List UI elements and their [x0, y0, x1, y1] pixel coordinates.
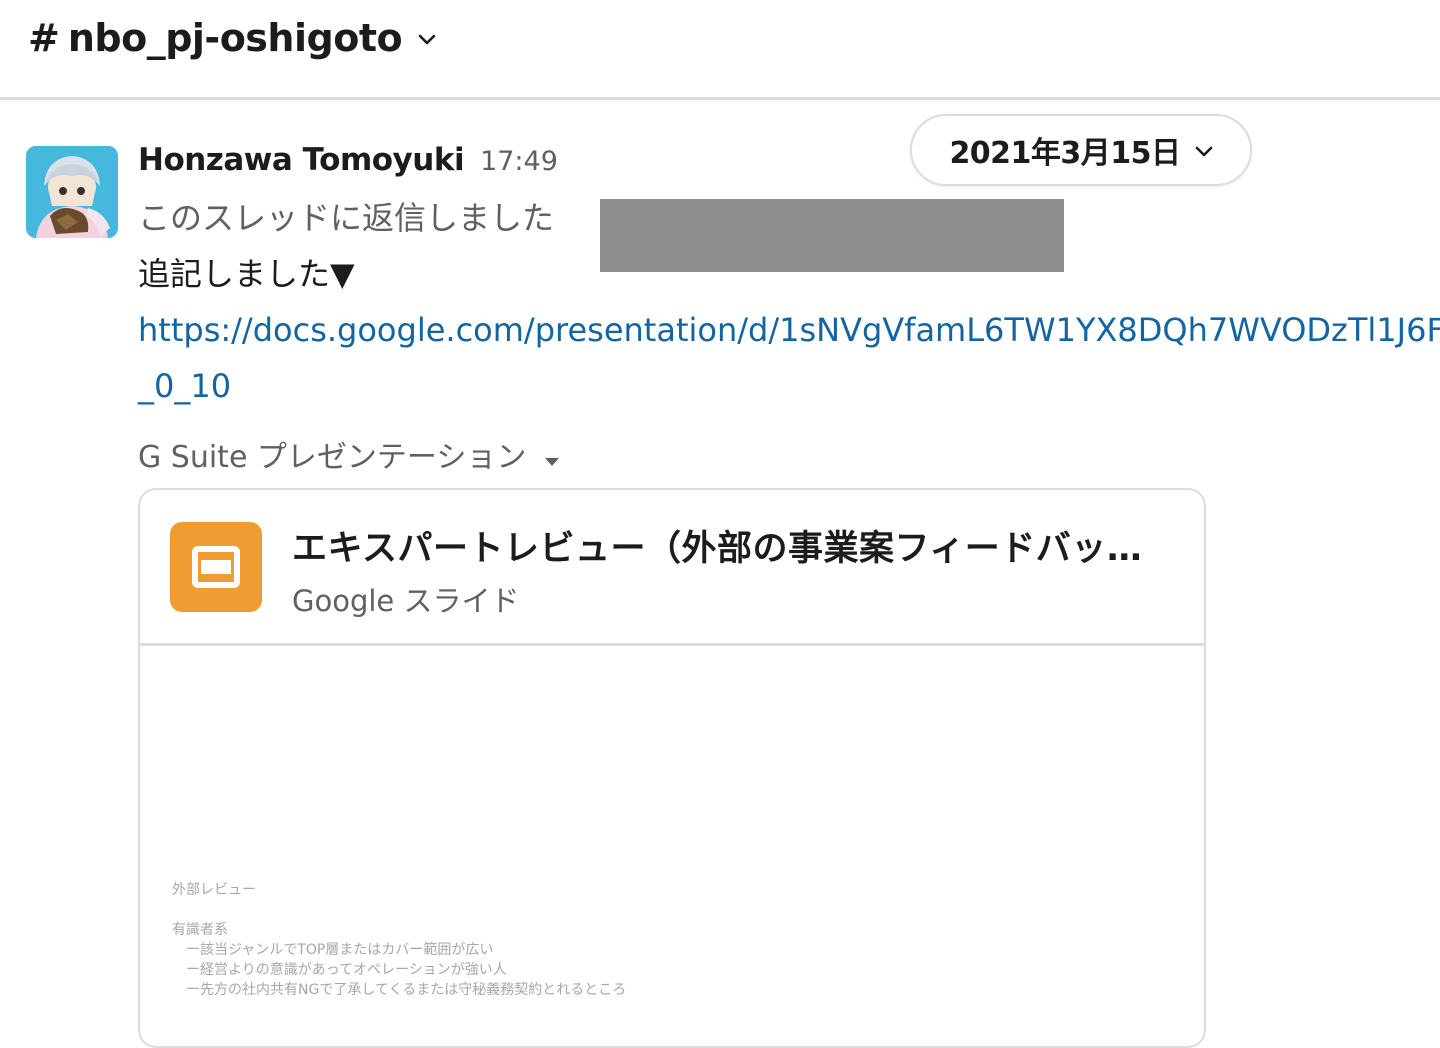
message-link[interactable]: https://docs.google.com/presentation/d/1… [138, 310, 1440, 350]
slide-preview[interactable]: 外部レビュー 有識者系 ー該当ジャンルでTOP層またはカバー範囲が広い ー経営よ… [140, 646, 1204, 1046]
attachment-card-header: エキスパートレビュー（外部の事業案フィードバック） Google スライド [140, 490, 1204, 646]
attachment-service-toggle[interactable]: G Suite プレゼンテーション [138, 432, 560, 476]
avatar[interactable] [26, 146, 118, 238]
caret-down-icon [544, 440, 560, 475]
attachment-service-label: G Suite プレゼンテーション [138, 440, 527, 475]
google-slides-icon [170, 522, 262, 612]
date-divider-label: 2021年3月15日 [949, 136, 1181, 171]
chevron-down-icon [1195, 143, 1213, 162]
sender-name[interactable]: Honzawa Tomoyuki [138, 142, 465, 178]
channel-name: nbo_pj-oshigoto [67, 16, 403, 60]
date-divider-button[interactable]: 2021年3月15日 [910, 114, 1252, 186]
preview-text-line: ー該当ジャンルでTOP層またはカバー範囲が広い [186, 942, 494, 958]
preview-text-line: 外部レビュー [172, 882, 256, 898]
message-header: Honzawa Tomoyuki 17:49 [138, 142, 558, 178]
message-timestamp[interactable]: 17:49 [480, 146, 558, 177]
thread-reply-text: このスレッドに返信しました [138, 199, 555, 237]
chevron-down-icon [418, 31, 436, 50]
message-link-continued[interactable]: _0_10 [138, 366, 231, 406]
attachment-title[interactable]: エキスパートレビュー（外部の事業案フィードバック） [292, 520, 1172, 571]
preview-text-line: 有識者系 [172, 922, 228, 938]
channel-hash: # [28, 16, 60, 60]
preview-text-line: ー先方の社内共有NGで了承してくるまたは守秘義務契約とれるところ [186, 982, 627, 998]
channel-name-button[interactable]: # nbo_pj-oshigoto [28, 16, 436, 60]
attachment-subtitle: Google スライド [292, 584, 520, 618]
channel-header: # nbo_pj-oshigoto [0, 0, 1440, 100]
avatar-illustration [26, 146, 118, 238]
preview-text-line: ー経営よりの意識があってオペレーションが強い人 [186, 962, 507, 978]
redacted-block [600, 199, 1064, 272]
message-text: 追記しました▼ [138, 255, 355, 293]
attachment-card[interactable]: エキスパートレビュー（外部の事業案フィードバック） Google スライド 外部… [138, 488, 1206, 1048]
